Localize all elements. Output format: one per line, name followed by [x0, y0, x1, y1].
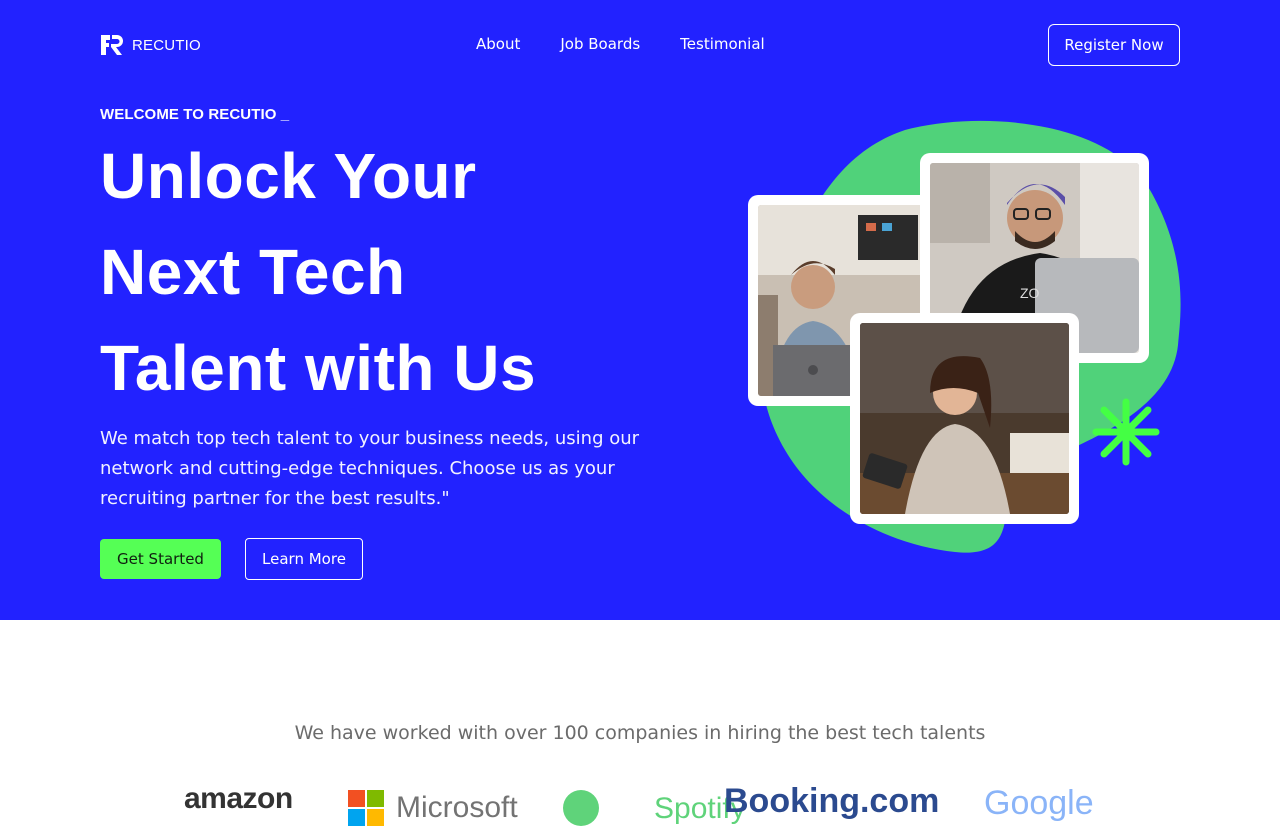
hero-section: RECUTIO About Job Boards Testimonial Reg… — [0, 0, 1280, 620]
microsoft-logo: Microsoft — [348, 790, 518, 826]
brand-name: RECUTIO — [132, 36, 201, 54]
nav-testimonial[interactable]: Testimonial — [680, 34, 765, 54]
get-started-button[interactable]: Get Started — [100, 539, 221, 579]
nav-job-boards[interactable]: Job Boards — [560, 34, 640, 54]
headline-line-1: Unlock Your — [100, 140, 477, 212]
brand-logo[interactable]: RECUTIO — [100, 33, 201, 57]
booking-logo: Booking.com — [724, 782, 940, 820]
photo-woman-tablet — [850, 313, 1079, 524]
main-nav: About Job Boards Testimonial — [476, 34, 765, 54]
company-logos: amazon Microsoft Spotify Booking.com Goo… — [180, 776, 1100, 826]
hero-illustration: ZO — [740, 120, 1190, 560]
microsoft-icon — [348, 790, 384, 826]
register-now-button[interactable]: Register Now — [1048, 24, 1180, 66]
logo-mark-icon — [101, 35, 123, 55]
google-logo: Google — [984, 784, 1094, 822]
hero-eyebrow: WELCOME TO RECUTIO _ — [100, 106, 290, 123]
headline-line-2: Next Tech — [100, 236, 406, 308]
spotify-icon — [563, 790, 599, 826]
headline-line-3: Talent with Us — [100, 332, 537, 404]
svg-text:ZO: ZO — [1020, 285, 1040, 301]
amazon-logo: amazon — [184, 782, 293, 815]
hero-description: We match top tech talent to your busines… — [100, 428, 640, 509]
companies-heading: We have worked with over 100 companies i… — [294, 722, 986, 744]
asterisk-icon — [1092, 398, 1160, 466]
hero-headline: Unlock Your Next Tech Talent with Us — [100, 128, 660, 416]
microsoft-wordmark: Microsoft — [396, 791, 518, 824]
learn-more-button[interactable]: Learn More — [245, 538, 363, 580]
nav-about[interactable]: About — [476, 34, 520, 54]
